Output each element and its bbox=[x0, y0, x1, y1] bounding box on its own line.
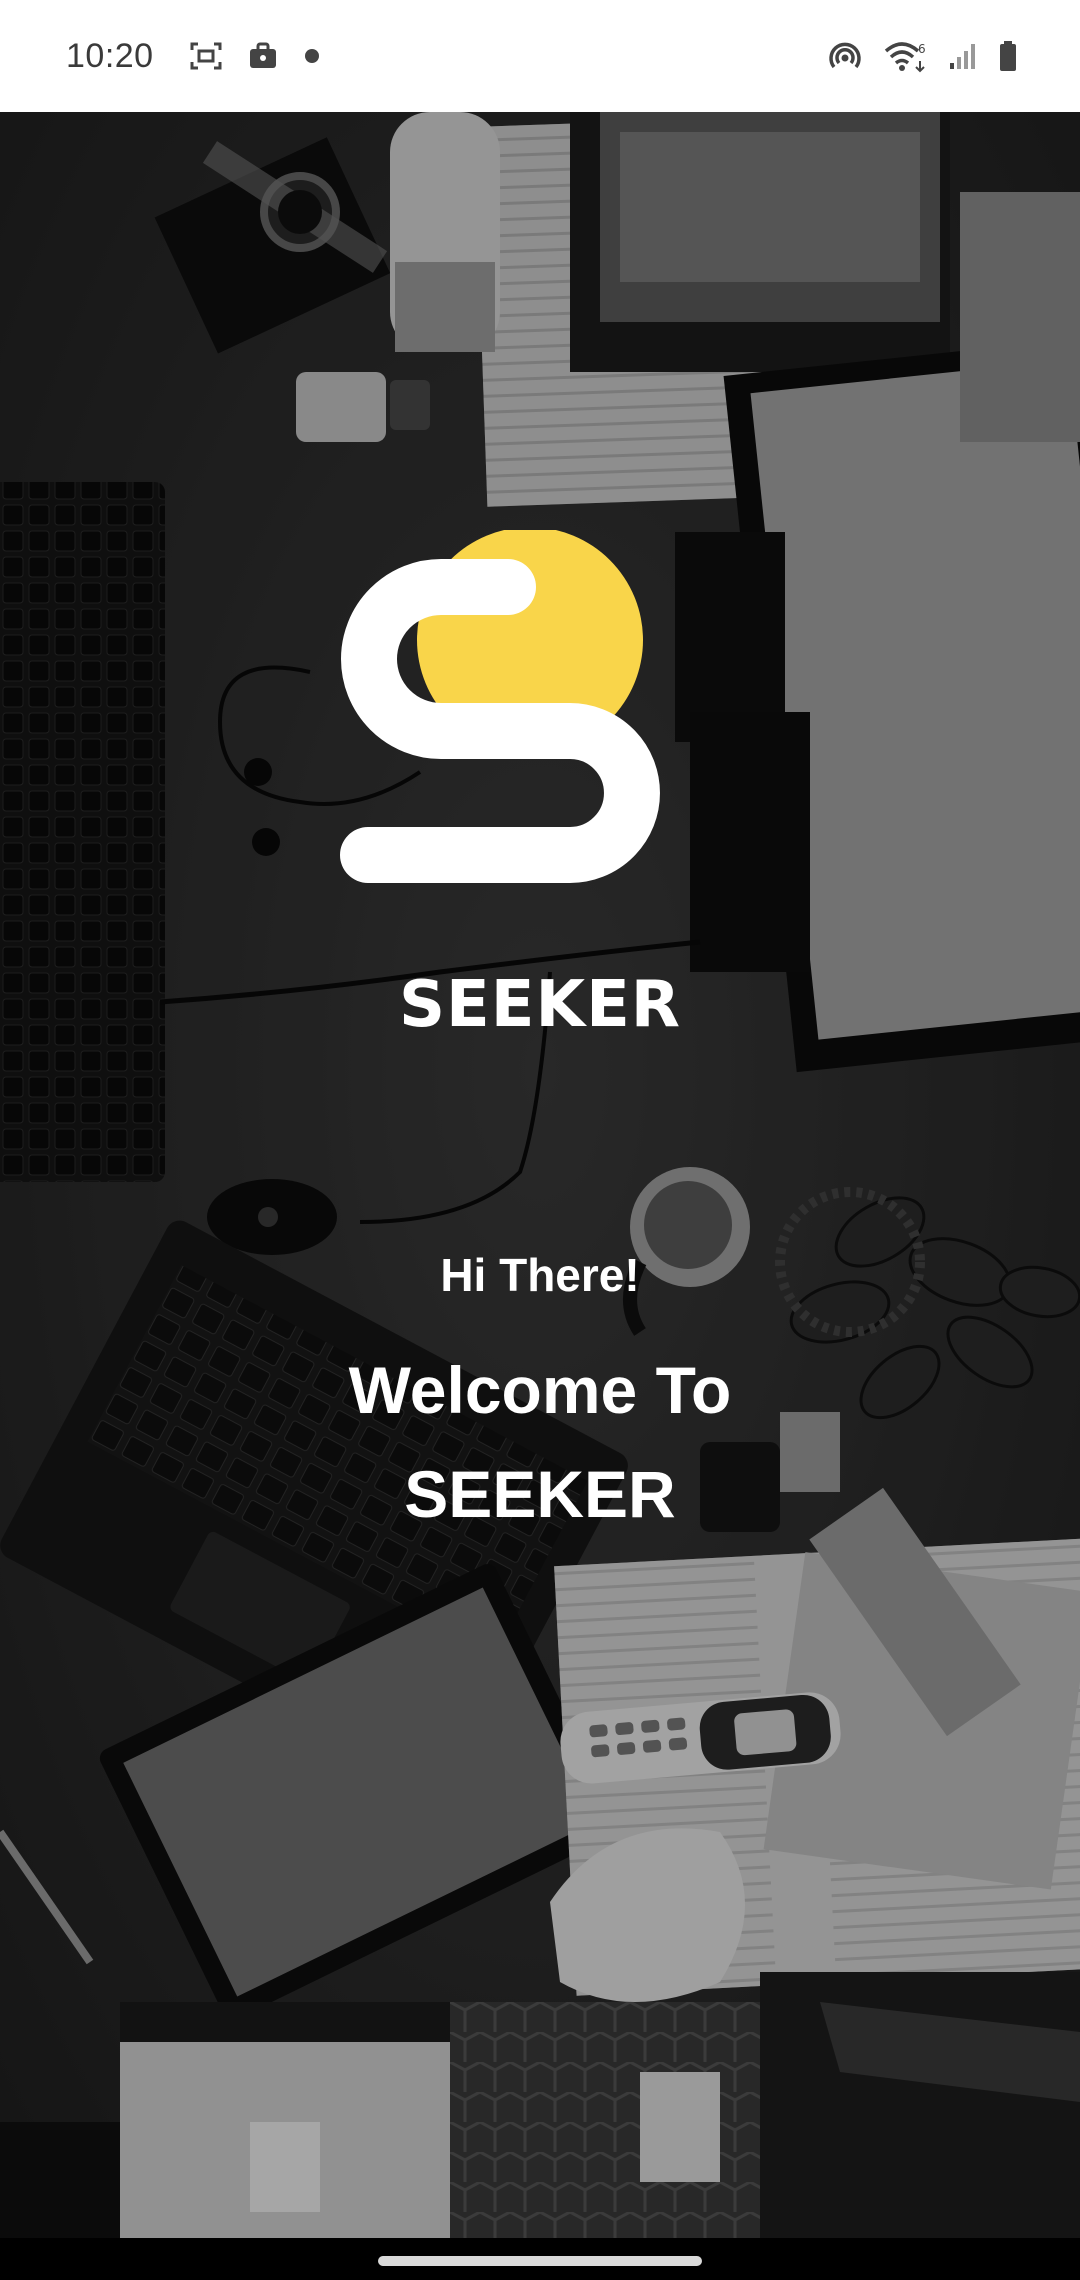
welcome-line-2: SEEKER bbox=[404, 1457, 676, 1531]
brand-name: SEEKER bbox=[398, 968, 682, 1042]
navigation-bar bbox=[0, 2238, 1080, 2280]
status-right-icons: 6 bbox=[826, 39, 1018, 73]
greeting-text: Hi There! bbox=[440, 1249, 640, 1301]
signal-icon bbox=[948, 41, 978, 71]
seeker-logo-icon bbox=[330, 527, 740, 930]
screenshot-icon bbox=[190, 42, 222, 70]
splash-screen: 10:20 6 SEEKER Hi There! Welcome To SEEK… bbox=[0, 0, 1080, 2280]
welcome-line-1: Welcome To bbox=[348, 1353, 732, 1427]
svg-text:6: 6 bbox=[918, 42, 926, 56]
welcome-heading: Welcome To SEEKER bbox=[0, 1338, 1080, 1546]
gesture-handle[interactable] bbox=[378, 2256, 702, 2266]
hotspot-icon bbox=[826, 39, 864, 73]
briefcase-icon bbox=[248, 42, 278, 70]
status-time: 10:20 bbox=[66, 36, 154, 75]
background-dim-overlay bbox=[0, 112, 1080, 2238]
battery-icon bbox=[998, 40, 1018, 72]
status-bar: 10:20 6 bbox=[0, 0, 1080, 112]
status-left-icons bbox=[190, 42, 320, 70]
wifi-6-icon: 6 bbox=[884, 39, 928, 73]
notification-dot-icon bbox=[304, 48, 320, 64]
